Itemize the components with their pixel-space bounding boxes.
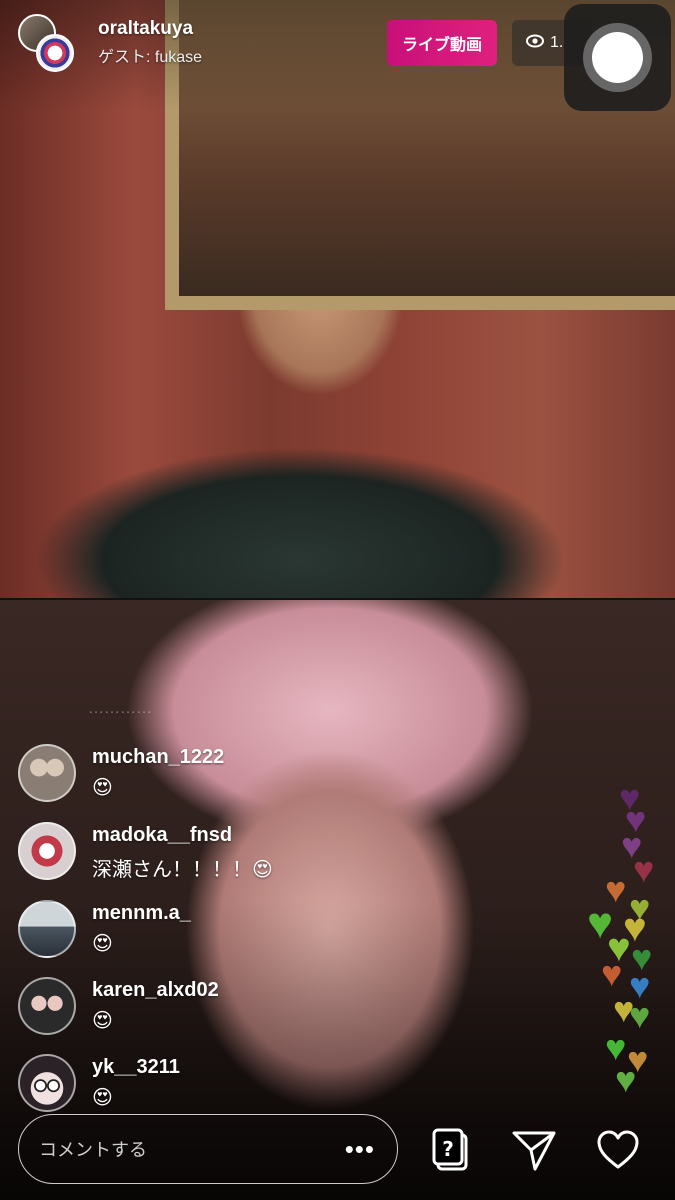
comment-username[interactable]: yk__3211 — [92, 1056, 180, 1079]
svg-text:?: ? — [442, 1137, 454, 1161]
comment-message: 😍 — [92, 1010, 113, 1032]
heart-icon: ♥ — [615, 1059, 637, 1100]
guest-avatar[interactable] — [36, 34, 74, 72]
question-card-icon: ? — [432, 1128, 468, 1171]
more-options-button[interactable]: ••• — [345, 1134, 375, 1165]
comment-avatar[interactable] — [18, 744, 76, 802]
comment-username[interactable]: madoka__fnsd — [92, 824, 273, 847]
comment-message: 深瀬さん！！！！😍 — [92, 859, 273, 881]
comment-item[interactable]: yk__3211 😍 — [18, 1054, 180, 1112]
like-button[interactable] — [594, 1126, 642, 1174]
assistive-touch-icon — [583, 23, 652, 92]
heart-icon: ♥ — [601, 953, 623, 994]
comment-avatar[interactable] — [18, 900, 76, 958]
broadcast-header[interactable]: oraltakuya ゲスト: fukase — [18, 14, 202, 74]
host-info: oraltakuya ゲスト: fukase — [98, 18, 202, 67]
assistive-touch-button[interactable] — [564, 4, 671, 111]
comment-item[interactable]: madoka__fnsd 深瀬さん！！！！😍 — [18, 822, 273, 882]
faded-comment: ………… — [88, 700, 152, 717]
host-guest-avatars[interactable] — [18, 14, 78, 74]
heart-icon: ♥ — [633, 849, 655, 890]
host-username[interactable]: oraltakuya — [98, 18, 202, 40]
comment-message: 😍 — [92, 933, 113, 955]
comment-item[interactable]: mennm.a_ 😍 — [18, 900, 191, 958]
comment-placeholder: コメントする — [39, 1140, 147, 1160]
comment-username[interactable]: muchan_1222 — [92, 746, 224, 769]
bottom-action-bar: コメントする ••• ? — [0, 1108, 675, 1200]
live-video-stage: oraltakuya ゲスト: fukase ライブ動画 1. ………… muc… — [0, 0, 675, 1200]
comment-avatar[interactable] — [18, 1054, 76, 1112]
send-icon — [512, 1131, 556, 1171]
comment-item[interactable]: karen_alxd02 😍 — [18, 977, 219, 1035]
comment-message: 😍 — [92, 1087, 113, 1109]
heart-icon: ♥ — [629, 995, 651, 1036]
share-button[interactable] — [510, 1126, 558, 1174]
heart-icon — [597, 1130, 639, 1169]
comment-item[interactable]: muchan_1222 😍 — [18, 744, 224, 802]
guest-label: ゲスト: fukase — [98, 49, 203, 66]
comment-avatar[interactable] — [18, 822, 76, 880]
live-badge: ライブ動画 — [387, 20, 497, 66]
question-button[interactable]: ? — [428, 1126, 476, 1174]
comment-avatar[interactable] — [18, 977, 76, 1035]
eye-icon — [526, 34, 544, 53]
comment-username[interactable]: karen_alxd02 — [92, 979, 219, 1002]
comment-input[interactable]: コメントする ••• — [18, 1114, 398, 1184]
floating-hearts: ♥ ♥ ♥ ♥ ♥ ♥ ♥ ♥ ♥ ♥ ♥ ♥ ♥ ♥ ♥ ♥ ♥ — [585, 780, 675, 1110]
comment-username[interactable]: mennm.a_ — [92, 902, 191, 925]
viewer-count: 1. — [550, 34, 564, 51]
comment-message: 😍 — [92, 777, 113, 799]
